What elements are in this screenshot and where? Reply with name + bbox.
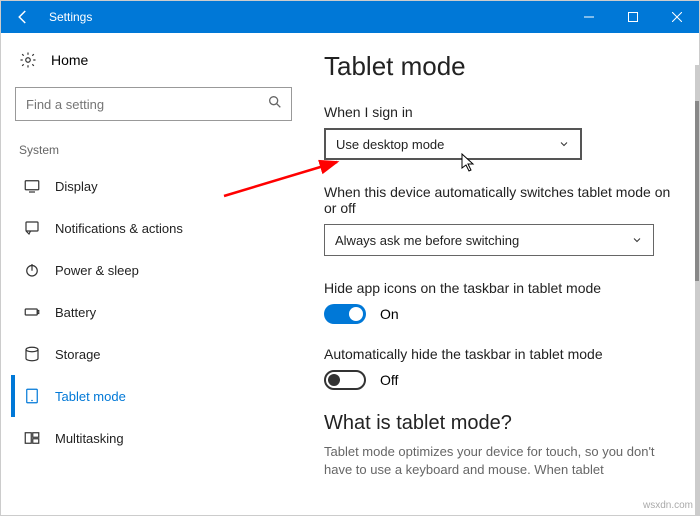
sidebar: Home System Display Notifications & acti…	[1, 33, 306, 515]
sidebar-item-label: Storage	[55, 347, 101, 362]
sidebar-item-label: Notifications & actions	[55, 221, 183, 236]
sidebar-item-label: Power & sleep	[55, 263, 139, 278]
power-icon	[23, 261, 41, 279]
search-icon	[267, 94, 283, 115]
storage-icon	[23, 345, 41, 363]
sidebar-item-label: Tablet mode	[55, 389, 126, 404]
sidebar-item-label: Battery	[55, 305, 96, 320]
hide-taskbar-state: Off	[380, 372, 398, 388]
notifications-icon	[23, 219, 41, 237]
section-header-system: System	[15, 143, 292, 157]
minimize-button[interactable]	[567, 1, 611, 33]
watermark: wsxdn.com	[643, 500, 693, 511]
sidebar-item-display[interactable]: Display	[11, 165, 292, 207]
battery-icon	[23, 303, 41, 321]
chevron-down-icon	[631, 234, 643, 246]
page-title: Tablet mode	[324, 51, 679, 82]
home-label: Home	[51, 52, 88, 68]
hide-taskbar-label: Automatically hide the taskbar in tablet…	[324, 346, 679, 362]
what-description: Tablet mode optimizes your device for to…	[324, 443, 679, 479]
hide-taskbar-toggle[interactable]	[324, 370, 366, 390]
back-button[interactable]	[1, 1, 45, 33]
search-field[interactable]	[26, 97, 267, 112]
sidebar-item-notifications[interactable]: Notifications & actions	[11, 207, 292, 249]
search-input[interactable]	[15, 87, 292, 121]
multitasking-icon	[23, 429, 41, 447]
sidebar-item-power-sleep[interactable]: Power & sleep	[11, 249, 292, 291]
switch-dropdown[interactable]: Always ask me before switching	[324, 224, 654, 256]
hide-icons-state: On	[380, 306, 399, 322]
sidebar-item-home[interactable]: Home	[15, 51, 292, 69]
scrollbar-thumb[interactable]	[695, 101, 699, 281]
main-panel: Tablet mode When I sign in Use desktop m…	[306, 33, 699, 515]
close-button[interactable]	[655, 1, 699, 33]
signin-label: When I sign in	[324, 104, 679, 120]
what-heading: What is tablet mode?	[324, 412, 679, 435]
chevron-down-icon	[558, 138, 570, 150]
sidebar-item-storage[interactable]: Storage	[11, 333, 292, 375]
signin-dropdown[interactable]: Use desktop mode	[324, 128, 582, 160]
hide-icons-label: Hide app icons on the taskbar in tablet …	[324, 280, 679, 296]
window-title: Settings	[45, 10, 567, 24]
signin-value: Use desktop mode	[336, 137, 444, 152]
sidebar-item-label: Multitasking	[55, 431, 124, 446]
hide-icons-toggle[interactable]	[324, 304, 366, 324]
sidebar-item-label: Display	[55, 179, 98, 194]
sidebar-item-battery[interactable]: Battery	[11, 291, 292, 333]
display-icon	[23, 177, 41, 195]
sidebar-item-multitasking[interactable]: Multitasking	[11, 417, 292, 459]
switch-value: Always ask me before switching	[335, 233, 519, 248]
maximize-button[interactable]	[611, 1, 655, 33]
sidebar-item-tablet-mode[interactable]: Tablet mode	[11, 375, 292, 417]
tablet-icon	[23, 387, 41, 405]
gear-icon	[19, 51, 37, 69]
switch-label: When this device automatically switches …	[324, 184, 679, 216]
